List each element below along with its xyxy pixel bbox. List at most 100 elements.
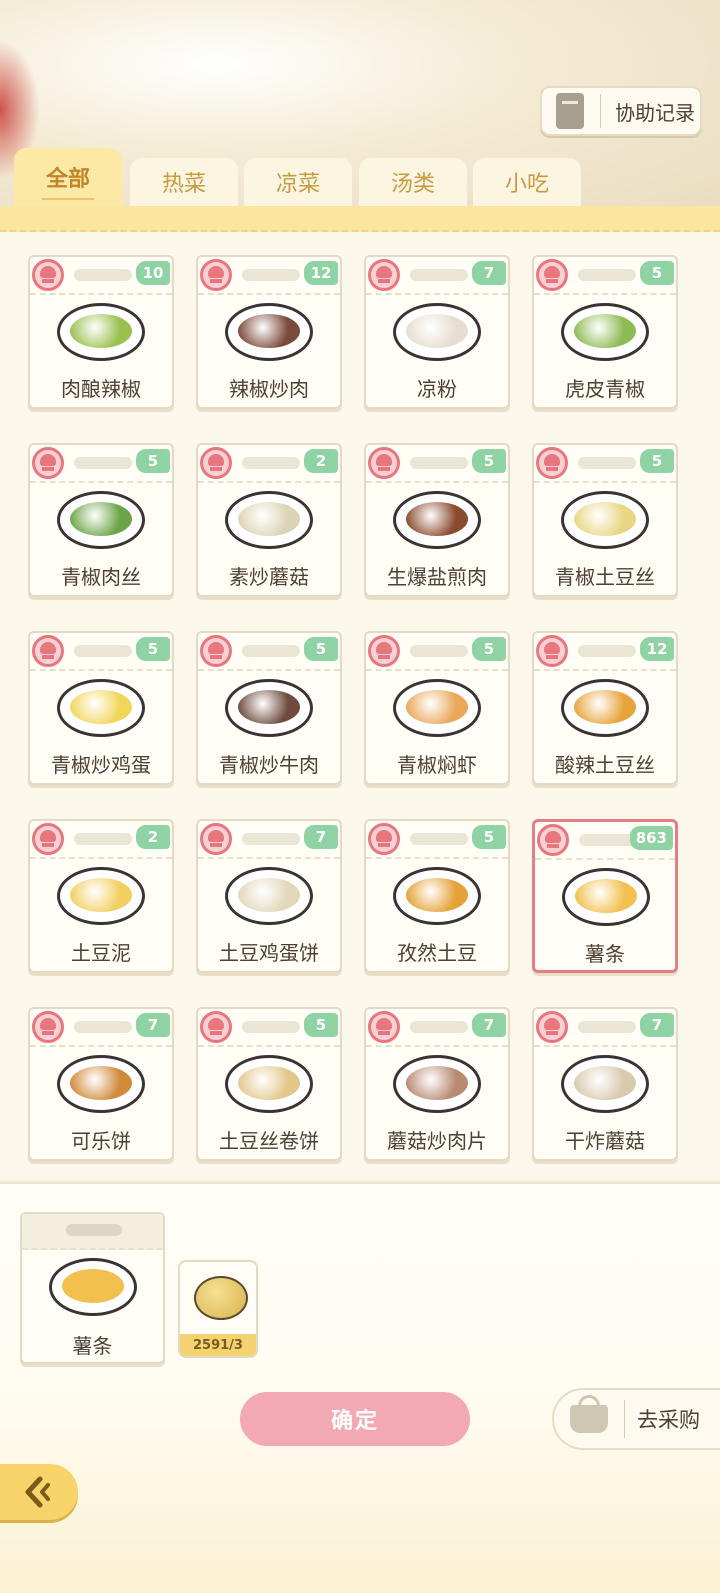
go-shopping-button[interactable]: 去采购 <box>552 1388 720 1450</box>
dish-card[interactable]: 2 土豆泥 <box>28 819 174 973</box>
dish-image <box>562 868 650 926</box>
dish-count-badge: 5 <box>472 637 506 661</box>
ingredient-potato[interactable]: 2591/3 <box>178 1260 258 1358</box>
dish-name: 可乐饼 <box>71 1129 131 1153</box>
divider <box>624 1400 625 1438</box>
back-button[interactable] <box>0 1464 78 1520</box>
chef-hat-icon <box>32 823 64 855</box>
selected-dish-card[interactable]: 薯条 <box>20 1212 165 1364</box>
dish-card-header: 5 <box>366 821 508 859</box>
food <box>70 878 132 912</box>
name-placeholder <box>74 645 132 657</box>
chef-hat-icon <box>32 635 64 667</box>
dish-image <box>393 491 481 549</box>
ingredient-quantity: 2591/3 <box>180 1334 256 1356</box>
back-arrow-icon <box>25 1476 50 1508</box>
dish-card[interactable]: 12 辣椒炒肉 <box>196 255 342 409</box>
dish-count-badge: 5 <box>472 825 506 849</box>
dish-card[interactable]: 7 土豆鸡蛋饼 <box>196 819 342 973</box>
dish-card-header: 7 <box>198 821 340 859</box>
food <box>238 690 300 724</box>
name-placeholder <box>410 457 468 469</box>
dish-card[interactable]: 5 青椒炒牛肉 <box>196 631 342 785</box>
dish-image <box>225 303 313 361</box>
dish-name: 青椒焖虾 <box>397 753 477 777</box>
dish-count-badge: 5 <box>304 1013 338 1037</box>
dish-name: 肉酿辣椒 <box>61 377 141 401</box>
dish-card[interactable]: 5 青椒炒鸡蛋 <box>28 631 174 785</box>
chef-hat-icon <box>32 1011 64 1043</box>
dish-card[interactable]: 5 青椒焖虾 <box>364 631 510 785</box>
name-placeholder <box>242 833 300 845</box>
chef-hat-icon <box>32 259 64 291</box>
dish-image <box>57 491 145 549</box>
name-placeholder <box>410 269 468 281</box>
dish-card[interactable]: 5 虎皮青椒 <box>532 255 678 409</box>
dish-card[interactable]: 7 干炸蘑菇 <box>532 1007 678 1161</box>
dish-card-header: 12 <box>198 257 340 295</box>
dish-name: 辣椒炒肉 <box>229 377 309 401</box>
dish-card-header: 7 <box>30 1009 172 1047</box>
dish-card[interactable]: 5 青椒土豆丝 <box>532 443 678 597</box>
dish-card[interactable]: 7 可乐饼 <box>28 1007 174 1161</box>
category-tabs: 全部 热菜 凉菜 汤类 小吃 <box>14 148 714 208</box>
dish-card[interactable]: 5 土豆丝卷饼 <box>196 1007 342 1161</box>
dish-image <box>57 303 145 361</box>
chef-hat-icon <box>368 259 400 291</box>
tab-all[interactable]: 全部 <box>14 148 122 206</box>
selected-dish-header <box>22 1214 163 1250</box>
confirm-button[interactable]: 确定 <box>240 1392 470 1446</box>
dish-card-header: 5 <box>366 633 508 671</box>
dish-card-header: 2 <box>30 821 172 859</box>
dish-count-badge: 12 <box>304 261 338 285</box>
food <box>62 1269 124 1303</box>
dish-name: 土豆丝卷饼 <box>219 1129 319 1153</box>
name-placeholder <box>242 457 300 469</box>
dish-name: 土豆鸡蛋饼 <box>219 941 319 965</box>
name-placeholder <box>410 1021 468 1033</box>
dish-card[interactable]: 5 生爆盐煎肉 <box>364 443 510 597</box>
dish-count-badge: 7 <box>472 1013 506 1037</box>
tab-cold-dishes[interactable]: 凉菜 <box>244 158 352 206</box>
tab-hot-dishes[interactable]: 热菜 <box>130 158 238 206</box>
dish-image <box>561 491 649 549</box>
dish-card-header: 5 <box>30 633 172 671</box>
dish-card[interactable]: 5 孜然土豆 <box>364 819 510 973</box>
dish-count-badge: 5 <box>472 449 506 473</box>
name-placeholder <box>66 1224 122 1236</box>
assist-record-button[interactable]: 协助记录 <box>540 86 702 136</box>
dish-card[interactable]: 7 凉粉 <box>364 255 510 409</box>
dish-card[interactable]: 7 蘑菇炒肉片 <box>364 1007 510 1161</box>
dish-card-header: 2 <box>198 445 340 483</box>
dish-card[interactable]: 10 肉酿辣椒 <box>28 255 174 409</box>
dish-image <box>225 679 313 737</box>
dish-card[interactable]: 12 酸辣土豆丝 <box>532 631 678 785</box>
dish-image <box>561 1055 649 1113</box>
dish-card[interactable]: 863 薯条 <box>532 819 678 973</box>
dish-image <box>225 491 313 549</box>
tab-strip <box>0 206 720 232</box>
dish-count-badge: 7 <box>640 1013 674 1037</box>
dish-name: 凉粉 <box>417 377 457 401</box>
dish-card-header: 5 <box>534 445 676 483</box>
chef-hat-icon <box>537 824 569 856</box>
tab-snacks[interactable]: 小吃 <box>473 158 581 206</box>
dish-count-badge: 12 <box>640 637 674 661</box>
chef-hat-icon <box>536 1011 568 1043</box>
dish-name: 薯条 <box>585 942 625 966</box>
dish-name: 青椒炒牛肉 <box>219 753 319 777</box>
name-placeholder <box>578 1021 636 1033</box>
dish-image <box>57 867 145 925</box>
name-placeholder <box>242 269 300 281</box>
food <box>574 690 636 724</box>
chef-hat-icon <box>536 259 568 291</box>
tab-soups[interactable]: 汤类 <box>359 158 467 206</box>
notebook-icon <box>556 93 584 129</box>
food <box>70 690 132 724</box>
dish-card[interactable]: 5 青椒肉丝 <box>28 443 174 597</box>
dish-card[interactable]: 2 素炒蘑菇 <box>196 443 342 597</box>
divider <box>600 94 601 128</box>
chef-hat-icon <box>368 447 400 479</box>
name-placeholder <box>578 457 636 469</box>
dish-card-header: 7 <box>366 257 508 295</box>
